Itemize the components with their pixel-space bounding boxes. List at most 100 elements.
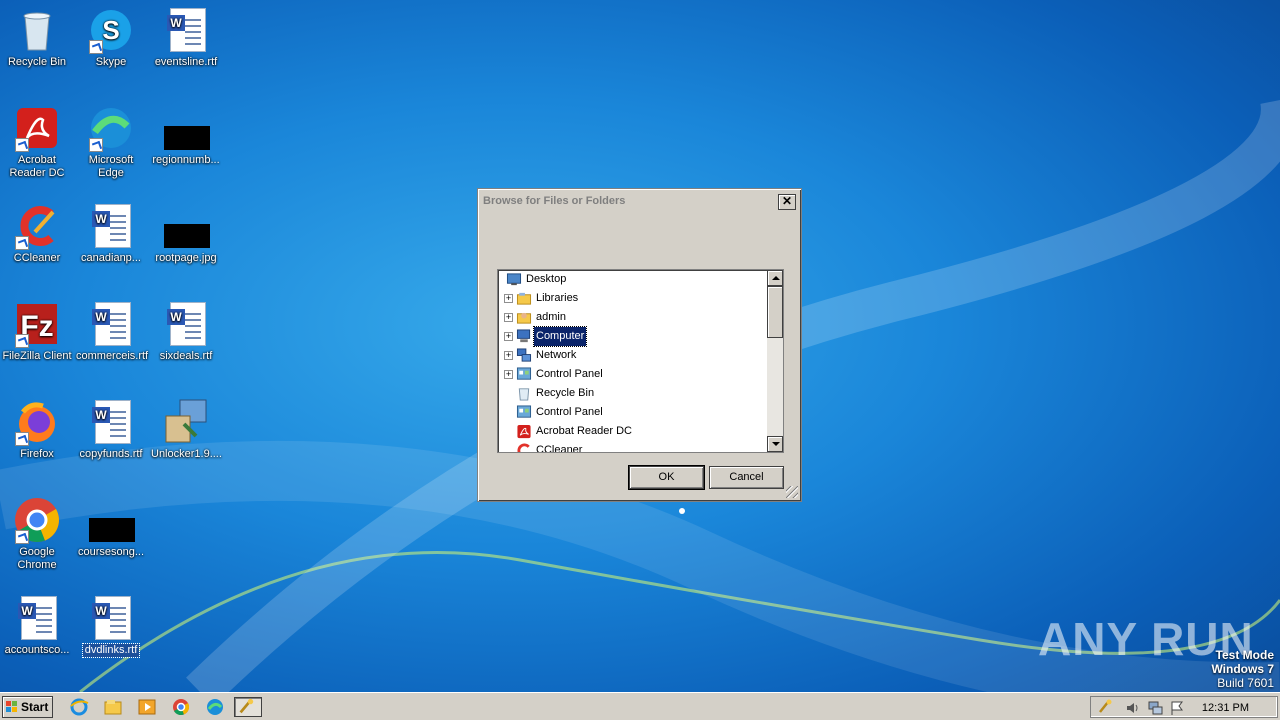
media-player-icon[interactable] [136, 697, 158, 717]
desktop-icon-coursesong[interactable]: coursesong... [74, 496, 148, 559]
desktop-icon-eventsline-rtf[interactable]: Weventsline.rtf [149, 6, 223, 69]
unlocker-taskbar-button[interactable] [234, 697, 262, 717]
word-document-icon: W [87, 300, 135, 348]
internet-explorer-icon[interactable] [68, 697, 90, 717]
system-tray: 12:31 PM [1090, 696, 1278, 718]
desktop-icon-recycle-bin[interactable]: Recycle Bin [0, 6, 74, 69]
clock[interactable]: 12:31 PM [1202, 702, 1249, 714]
desktop-icon-google-chrome[interactable]: Google Chrome [0, 496, 74, 572]
desktop-icon-label: FileZilla Client [2, 350, 72, 362]
desktop-icon-unlocker1-9[interactable]: Unlocker1.9.... [149, 398, 223, 461]
desktop-icon-accountsco[interactable]: Waccountsco... [0, 594, 74, 657]
desktop-icon-sixdeals-rtf[interactable]: Wsixdeals.rtf [149, 300, 223, 363]
redacted-image-icon [87, 496, 135, 544]
desktop-icon-label: dvdlinks.rtf [81, 643, 141, 658]
desktop-icon-label: Unlocker1.9.... [151, 448, 222, 460]
taskbar: Start 12:31 PM [0, 692, 1280, 720]
control-panel-icon [516, 367, 532, 380]
tree-item-label: Control Panel [536, 406, 603, 418]
scroll-thumb[interactable] [767, 286, 783, 338]
desktop-icon-filezilla-client[interactable]: Fz FileZilla Client [0, 300, 74, 363]
desktop-icon [506, 273, 522, 286]
tree-item-ccleaner[interactable]: CCleaner [498, 441, 768, 453]
computer-icon [516, 329, 531, 343]
tree-item-recycle-bin[interactable]: Recycle Bin [498, 384, 768, 403]
tree-scrollbar[interactable] [767, 270, 783, 452]
volume-icon[interactable] [1125, 700, 1141, 716]
desktop-icon-dvdlinks-rtf[interactable]: Wdvdlinks.rtf [74, 594, 148, 658]
chrome-icon [13, 496, 61, 544]
shortcut-arrow-icon [89, 40, 103, 54]
desktop-icon-skype[interactable]: S Skype [74, 6, 148, 69]
scroll-down-button[interactable] [767, 436, 783, 452]
resize-grip[interactable] [786, 486, 798, 498]
tree-item-acrobat-reader-dc[interactable]: Acrobat Reader DC [498, 422, 768, 441]
unlocker-icon [239, 698, 254, 714]
desktop-icon-microsoft-edge[interactable]: Microsoft Edge [74, 104, 148, 180]
desktop-icon-label: eventsline.rtf [154, 56, 218, 68]
build-label: Build 7601 [1217, 676, 1274, 690]
tree-item-libraries[interactable]: + Libraries [498, 289, 768, 308]
word-document-icon: W [162, 300, 210, 348]
desktop-icon-copyfunds-rtf[interactable]: Wcopyfunds.rtf [74, 398, 148, 461]
tree-item-label: Recycle Bin [536, 387, 595, 399]
shortcut-arrow-icon [15, 138, 29, 152]
browse-dialog: Browse for Files or Folders ✕ Desktop + Li… [477, 188, 802, 502]
desktop-icon-label: Skype [95, 56, 127, 68]
expand-plus-icon[interactable]: + [504, 294, 513, 303]
desktop-icon-label: commerceis.rtf [76, 350, 149, 362]
cancel-button[interactable]: Cancel [709, 466, 784, 489]
explorer-icon[interactable] [102, 697, 124, 717]
tree-item-network[interactable]: + Network [498, 346, 768, 365]
libraries-icon [516, 292, 532, 305]
edge-icon [87, 104, 135, 152]
folder-tree[interactable]: Desktop + Libraries + admin + Computer + Network… [497, 269, 784, 453]
close-button[interactable]: ✕ [778, 194, 796, 210]
dialog-titlebar[interactable]: Browse for Files or Folders ✕ [481, 192, 798, 211]
tree-item-label: Computer [532, 326, 588, 347]
start-button[interactable]: Start [2, 696, 53, 718]
action-center-flag-icon[interactable] [1169, 700, 1185, 716]
windows-logo-icon [6, 701, 17, 712]
desktop-icon-rootpage-jpg[interactable]: rootpage.jpg [149, 202, 223, 265]
word-document-icon: W [87, 202, 135, 250]
tree-item-label: Acrobat Reader DC [536, 425, 632, 437]
os-label: Windows 7 [1211, 662, 1274, 676]
desktop-icon-commerceis-rtf[interactable]: Wcommerceis.rtf [74, 300, 148, 363]
tree-item-admin[interactable]: + admin [498, 308, 768, 327]
desktop-icon-label: Microsoft Edge [88, 154, 134, 179]
network-tray-icon[interactable] [1147, 700, 1163, 716]
expand-plus-icon[interactable]: + [504, 313, 513, 322]
desktop-icon-label: Acrobat Reader DC [9, 154, 65, 179]
tree-item-control-panel[interactable]: + Control Panel [498, 365, 768, 384]
desktop-icon-label: accountsco... [4, 644, 70, 656]
desktop-icon-ccleaner[interactable]: CCleaner [0, 202, 74, 265]
desktop-icon-firefox[interactable]: Firefox [0, 398, 74, 461]
word-document-icon: W [87, 594, 135, 642]
word-document-icon: W [162, 6, 210, 54]
unlocker-tray-icon[interactable] [1097, 699, 1113, 715]
chrome-icon[interactable] [170, 697, 192, 717]
tree-item-computer[interactable]: + Computer [498, 326, 768, 347]
expand-plus-icon[interactable]: + [504, 351, 513, 360]
edge-icon[interactable] [204, 697, 226, 717]
desktop-icon-canadianp[interactable]: Wcanadianp... [74, 202, 148, 265]
expand-plus-icon[interactable]: + [504, 370, 513, 379]
expand-plus-icon[interactable]: + [504, 332, 513, 341]
filezilla-icon: Fz [13, 300, 61, 348]
tree-item-label: CCleaner [536, 444, 583, 453]
tree-item-label: admin [536, 311, 566, 323]
scroll-up-button[interactable] [767, 270, 783, 286]
desktop-icon-label: Firefox [20, 448, 54, 460]
desktop-icon-acrobat-reader-dc[interactable]: Acrobat Reader DC [0, 104, 74, 180]
ccleaner-icon [517, 443, 530, 452]
desktop-icon-label: canadianp... [81, 252, 141, 264]
tree-item-label: Desktop [526, 273, 567, 285]
ok-button[interactable]: OK [628, 465, 705, 490]
tree-item-desktop[interactable]: Desktop [498, 270, 768, 289]
start-label: Start [21, 700, 49, 714]
installer-icon [162, 398, 210, 446]
desktop-icon-regionnumb[interactable]: regionnumb... [149, 104, 223, 167]
desktop-icon-label: CCleaner [13, 252, 61, 264]
tree-item-control-panel[interactable]: Control Panel [498, 403, 768, 422]
